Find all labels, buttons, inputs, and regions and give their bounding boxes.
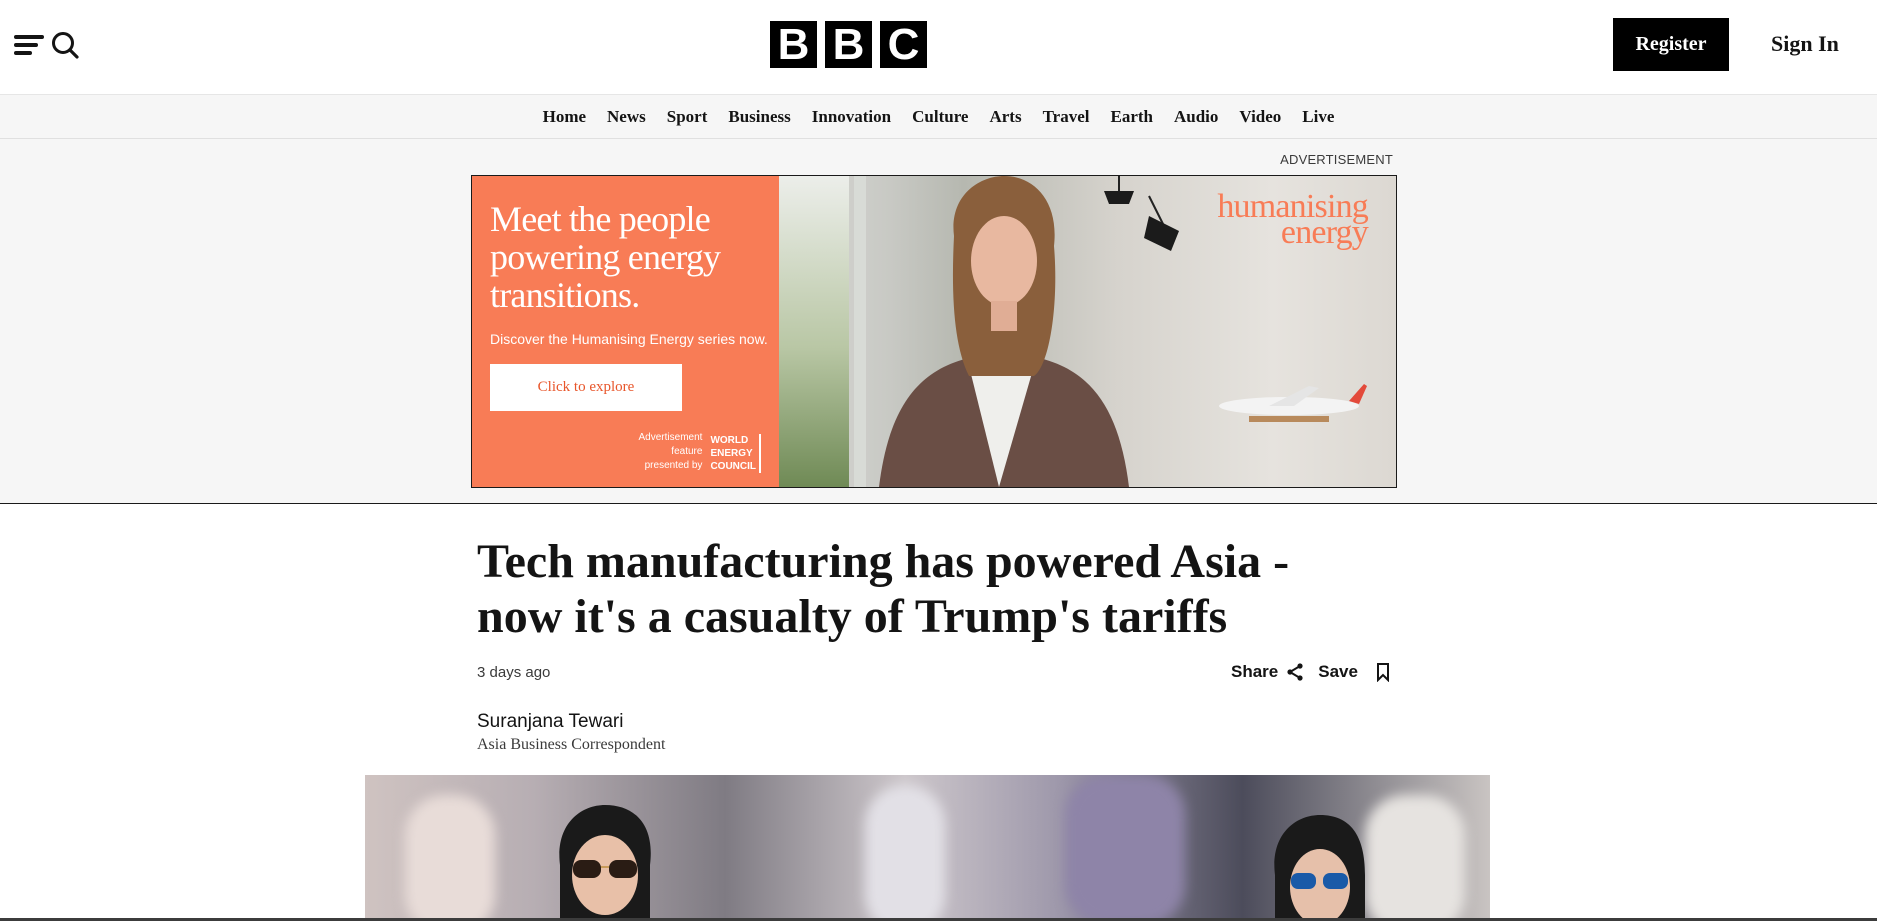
main-navigation: Home News Sport Business Innovation Cult…	[0, 95, 1877, 139]
world-energy-council-logo: WORLD ENERGY COUNCIL	[710, 434, 761, 473]
article-timestamp: 3 days ago	[477, 664, 551, 681]
woman-with-sunglasses-left	[559, 805, 651, 919]
site-header: B B C Register Sign In	[0, 0, 1877, 95]
author-role: Asia Business Correspondent	[477, 736, 666, 753]
nav-item-news[interactable]: News	[607, 107, 646, 127]
share-icon	[1287, 663, 1303, 681]
menu-icon[interactable]	[14, 33, 46, 57]
airplane-model	[1219, 384, 1367, 422]
ad-photo: humanising energy	[779, 176, 1396, 487]
nav-item-travel[interactable]: Travel	[1043, 107, 1090, 127]
logo-letter: B	[825, 21, 872, 68]
nav-item-innovation[interactable]: Innovation	[812, 107, 891, 127]
author-name[interactable]: Suranjana Tewari	[477, 711, 623, 733]
article-hero-image	[365, 775, 1490, 919]
nav-item-home[interactable]: Home	[543, 107, 586, 127]
bbc-logo[interactable]: B B C	[770, 21, 927, 68]
advertisement-section: ADVERTISEMENT Meet the people powering e…	[0, 139, 1877, 504]
woman-with-sunglasses-right	[1274, 815, 1365, 919]
nav-item-sport[interactable]: Sport	[667, 107, 708, 127]
register-button[interactable]: Register	[1613, 18, 1729, 71]
background-figure	[405, 795, 495, 919]
save-button[interactable]: Save	[1318, 662, 1392, 682]
nav-list: Home News Sport Business Innovation Cult…	[543, 107, 1335, 127]
ad-text-panel: Meet the people powering energy transiti…	[472, 176, 779, 487]
logo-letter: C	[880, 21, 927, 68]
search-icon[interactable]	[50, 30, 80, 60]
lamp-decor	[1104, 176, 1179, 251]
logo-letter: B	[770, 21, 817, 68]
advertisement-label: ADVERTISEMENT	[1280, 152, 1393, 167]
share-label: Share	[1231, 662, 1279, 681]
sign-in-link[interactable]: Sign In	[1771, 31, 1839, 57]
nav-item-audio[interactable]: Audio	[1174, 107, 1218, 127]
article-actions: Share Save	[1231, 662, 1392, 682]
background-figure	[865, 785, 945, 919]
nav-item-business[interactable]: Business	[728, 107, 790, 127]
share-button[interactable]: Share	[1231, 662, 1304, 682]
ad-subtext: Discover the Humanising Energy series no…	[490, 331, 768, 347]
ad-headline: Meet the people powering energy transiti…	[490, 199, 721, 315]
ad-sponsor: Advertisement feature presented by WORLD…	[639, 431, 761, 473]
ad-feature-text: Advertisement feature presented by	[638, 432, 703, 471]
nav-item-live[interactable]: Live	[1302, 107, 1334, 127]
background-figure	[1065, 775, 1185, 919]
save-label: Save	[1318, 662, 1358, 681]
article-headline: Tech manufacturing has powered Asia - no…	[477, 535, 1290, 643]
nav-item-culture[interactable]: Culture	[912, 107, 968, 127]
ad-click-to-explore-button[interactable]: Click to explore	[490, 364, 682, 411]
nav-item-arts[interactable]: Arts	[989, 107, 1021, 127]
window-view	[779, 176, 849, 487]
advertisement-banner[interactable]: Meet the people powering energy transiti…	[471, 175, 1397, 488]
background-figure	[1365, 795, 1465, 919]
humanising-energy-brand: humanising energy	[1217, 188, 1368, 251]
bookmark-icon	[1376, 663, 1389, 682]
nav-item-earth[interactable]: Earth	[1111, 107, 1154, 127]
nav-item-video[interactable]: Video	[1239, 107, 1281, 127]
